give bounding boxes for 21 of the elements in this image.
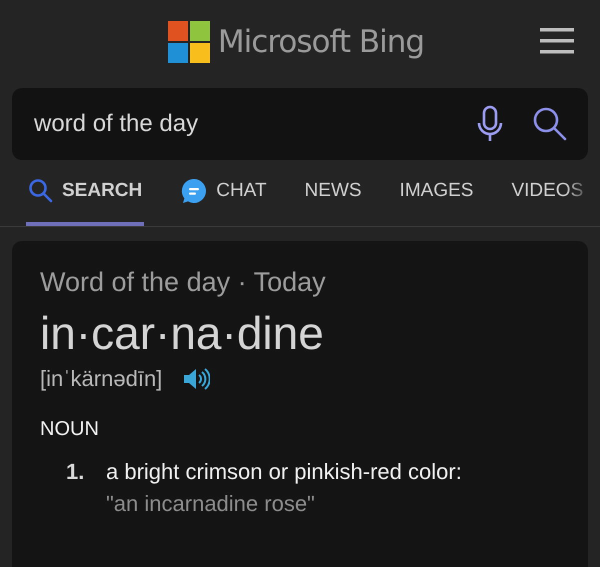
card-heading: Word of the day · Today (40, 267, 327, 298)
definition-text: a bright crimson or pinkish-red color: (106, 459, 463, 485)
logo-icon (168, 21, 210, 63)
menu-icon[interactable] (540, 28, 574, 54)
chat-bubble-icon (180, 177, 208, 205)
nav-tab[interactable]: CHAT (178, 160, 269, 226)
nav-tab[interactable]: SEARCH (26, 160, 144, 226)
brand-name: Microsoft Bing (218, 24, 424, 60)
usage-example: "an incarnadine rose" (106, 491, 316, 517)
search-icon (28, 178, 54, 204)
search-icon[interactable] (532, 106, 568, 142)
headword: in·car·na·dine (40, 306, 325, 360)
pronunciation: [inˈkärnədīn] (40, 366, 162, 392)
microphone-icon[interactable] (476, 105, 504, 143)
nav-tab[interactable]: NEWS (302, 160, 364, 226)
part-of-speech: NOUN (40, 418, 100, 441)
nav-tab[interactable]: VIDEOS (509, 160, 586, 226)
nav-tab[interactable]: IMAGES (398, 160, 476, 226)
search-field[interactable]: word of the day (12, 88, 588, 160)
speaker-icon[interactable] (182, 367, 210, 391)
definition-number: 1. (66, 459, 86, 485)
